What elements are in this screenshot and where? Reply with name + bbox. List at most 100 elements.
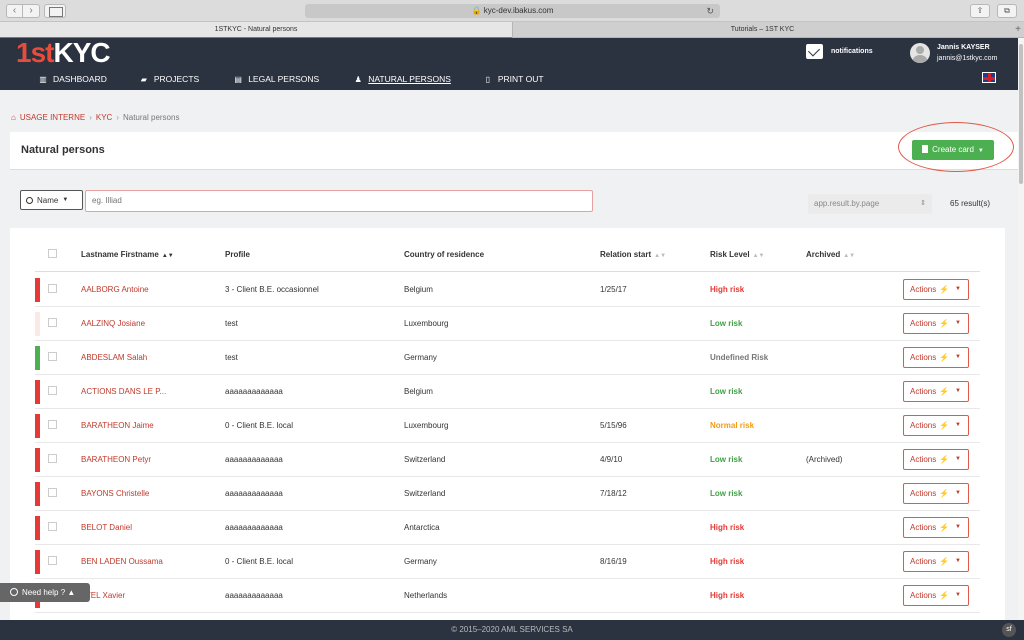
- actions-button[interactable]: Actions ⚡ ▼: [903, 449, 969, 470]
- table-row[interactable]: BELOT Daniel aaaaaaaaaaaaa Antarctica High …: [35, 511, 980, 545]
- column-header-relation-start[interactable]: Relation start ▲▼: [600, 250, 666, 259]
- actions-button[interactable]: Actions ⚡ ▼: [903, 517, 969, 538]
- breadcrumb-item[interactable]: USAGE INTERNE: [20, 113, 85, 122]
- column-label: Relation start: [600, 250, 652, 259]
- row-checkbox[interactable]: [48, 420, 57, 429]
- actions-button[interactable]: Actions ⚡ ▼: [903, 347, 969, 368]
- forward-icon[interactable]: ›: [23, 4, 40, 18]
- search-field-select[interactable]: Name ▼: [20, 190, 83, 210]
- table-row[interactable]: BAYONS Christelle aaaaaaaaaaaaa Switzerlan…: [35, 477, 980, 511]
- breadcrumb-separator: ›: [89, 113, 92, 122]
- flag-uk-icon[interactable]: [982, 72, 996, 83]
- nav-print-out[interactable]: ▯ PRINT OUT: [483, 68, 562, 90]
- row-checkbox[interactable]: [48, 284, 57, 293]
- table-row[interactable]: AALBORG Antoine 3 - Client B.E. occasionn…: [35, 273, 980, 307]
- nav-label: PROJECTS: [153, 74, 200, 84]
- address-bar[interactable]: 🔒 kyc-dev.ibakus.com ↻: [305, 4, 720, 18]
- page-header: Natural persons Create card ▼: [10, 132, 1018, 170]
- home-icon[interactable]: ⌂: [11, 113, 16, 122]
- actions-button[interactable]: Actions ⚡ ▼: [903, 381, 969, 402]
- country-cell: Luxembourg: [404, 319, 449, 328]
- page-scrollbar[interactable]: [1018, 38, 1024, 620]
- person-name-link[interactable]: BELOT Daniel: [81, 523, 132, 532]
- scroll-thumb[interactable]: [1019, 44, 1023, 184]
- row-checkbox[interactable]: [48, 386, 57, 395]
- table-row[interactable]: AALZINQ Josiane test Luxembourg Low risk Act…: [35, 307, 980, 341]
- risk-badge: Low risk: [710, 319, 743, 328]
- nav-label: DASHBOARD: [53, 74, 107, 84]
- logo[interactable]: 1stKYC: [16, 38, 111, 68]
- profile-cell: test: [225, 353, 238, 362]
- symfony-icon[interactable]: sf: [1002, 623, 1016, 637]
- profile-cell: aaaaaaaaaaaaa: [225, 387, 283, 396]
- table-row[interactable]: ABDESLAM Salah test Germany Undefined Risk A…: [35, 341, 980, 375]
- actions-button[interactable]: Actions ⚡ ▼: [903, 279, 969, 300]
- search-input[interactable]: [92, 196, 592, 205]
- caret-down-icon: ▼: [955, 490, 961, 496]
- actions-button[interactable]: Actions ⚡ ▼: [903, 483, 969, 504]
- row-checkbox[interactable]: [48, 556, 57, 565]
- sort-asc-icon: ▲▼: [161, 253, 174, 259]
- person-name-link[interactable]: AALZINQ Josiane: [81, 319, 145, 328]
- browser-tab-active[interactable]: 1STKYC - Natural persons: [0, 22, 512, 38]
- actions-button[interactable]: Actions ⚡ ▼: [903, 415, 969, 436]
- table-row[interactable]: TTEL Xavier aaaaaaaaaaaaa Netherlands High …: [35, 579, 980, 613]
- actions-label: Actions: [910, 387, 937, 396]
- row-checkbox[interactable]: [48, 318, 57, 327]
- nav-legal-persons[interactable]: ▤ LEGAL PERSONS: [233, 68, 337, 90]
- browser-tab[interactable]: Tutorials – 1ST KYC: [512, 22, 1012, 38]
- country-cell: Germany: [404, 353, 437, 362]
- reload-icon[interactable]: ↻: [706, 4, 714, 18]
- sidebar-toggle-icon[interactable]: [44, 4, 66, 18]
- share-icon[interactable]: ⇪: [970, 4, 990, 18]
- person-name-link[interactable]: BARATHEON Petyr: [81, 455, 151, 464]
- table-row[interactable]: BARATHEON Petyr aaaaaaaaaaaaa Switzerland 4…: [35, 443, 980, 477]
- column-header-risk[interactable]: Risk Level ▲▼: [710, 250, 764, 259]
- actions-label: Actions: [910, 421, 937, 430]
- table-row[interactable]: BEN LADEN Oussama 0 - Client B.E. local Ge…: [35, 545, 980, 579]
- row-checkbox[interactable]: [48, 352, 57, 361]
- app-header: 1stKYC notifications Jannis KAYSER janni…: [0, 38, 1018, 90]
- caret-down-icon: ▼: [955, 286, 961, 292]
- person-name-link[interactable]: BAYONS Christelle: [81, 489, 149, 498]
- notifications-link[interactable]: notifications: [806, 44, 873, 59]
- actions-label: Actions: [910, 591, 937, 600]
- new-tab-icon[interactable]: +: [1012, 22, 1024, 37]
- tabs-overview-icon[interactable]: ⧉: [997, 4, 1017, 18]
- status-bar: [35, 346, 40, 370]
- risk-badge: Normal risk: [710, 421, 755, 430]
- nav-projects[interactable]: ▰ PROJECTS: [139, 68, 217, 90]
- breadcrumb-separator: ›: [116, 113, 119, 122]
- help-label: Need help ?: [22, 588, 66, 597]
- caret-down-icon: ▼: [955, 320, 961, 326]
- table-row[interactable]: BARATHEON Jaime 0 - Client B.E. local Luxe…: [35, 409, 980, 443]
- filter-bar: Name▼ app.result.by.page ⇕ 65 result(s): [10, 182, 1018, 222]
- row-checkbox[interactable]: [48, 454, 57, 463]
- row-checkbox[interactable]: [48, 488, 57, 497]
- row-checkbox[interactable]: [48, 522, 57, 531]
- caret-down-icon: ▼: [955, 456, 961, 462]
- bolt-icon: ⚡: [939, 489, 950, 498]
- need-help-button[interactable]: Need help ? ▲: [0, 583, 90, 602]
- actions-button[interactable]: Actions ⚡ ▼: [903, 313, 969, 334]
- nav-dashboard[interactable]: ▥ DASHBOARD: [38, 68, 125, 90]
- select-all-checkbox[interactable]: [48, 249, 57, 258]
- back-icon[interactable]: ‹: [6, 4, 23, 18]
- column-header-archived[interactable]: Archived ▲▼: [806, 250, 855, 259]
- breadcrumb-current: Natural persons: [122, 113, 180, 122]
- actions-button[interactable]: Actions ⚡ ▼: [903, 585, 969, 606]
- table-row[interactable]: ACTIONS DANS LE P... aaaaaaaaaaaaa Belgium…: [35, 375, 980, 409]
- user-menu[interactable]: Jannis KAYSER jannis@1stkyc.com: [910, 42, 997, 64]
- person-name-link[interactable]: BEN LADEN Oussama: [81, 557, 163, 566]
- person-name-link[interactable]: ABDESLAM Salah: [81, 353, 147, 362]
- results-per-page-select[interactable]: app.result.by.page ⇕: [808, 194, 932, 214]
- nav-natural-persons[interactable]: ♟ NATURAL PERSONS: [353, 68, 469, 90]
- actions-label: Actions: [910, 455, 937, 464]
- actions-button[interactable]: Actions ⚡ ▼: [903, 551, 969, 572]
- column-header-name[interactable]: Lastname Firstname ▲▼: [81, 250, 174, 259]
- main-nav: ▥ DASHBOARD ▰ PROJECTS ▤ LEGAL PERSONS ♟ NAT…: [0, 68, 1018, 90]
- person-name-link[interactable]: BARATHEON Jaime: [81, 421, 154, 430]
- breadcrumb-item[interactable]: KYC: [96, 113, 112, 122]
- person-name-link[interactable]: AALBORG Antoine: [81, 285, 149, 294]
- person-name-link[interactable]: ACTIONS DANS LE P...: [81, 387, 166, 396]
